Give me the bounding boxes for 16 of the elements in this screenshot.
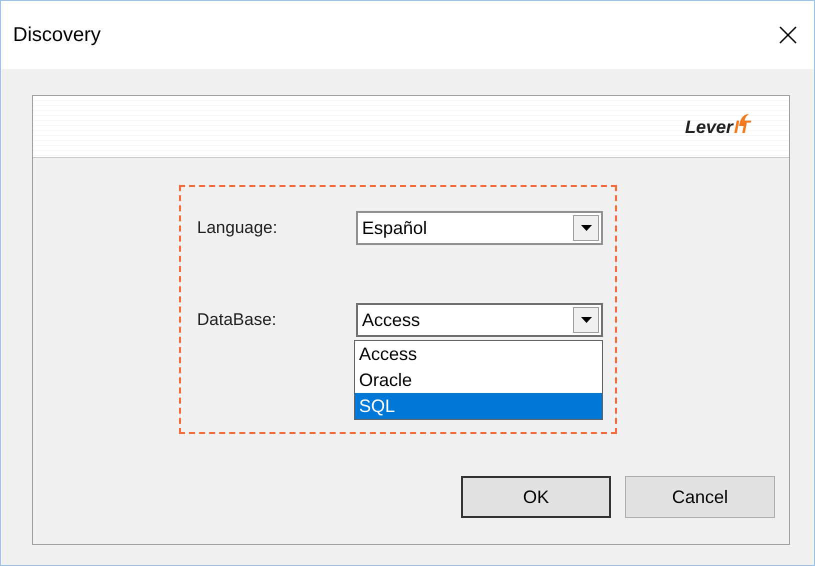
dialog-button[interactable]: OK [461,476,611,518]
caret-icon [580,225,592,231]
window-title: Discovery [13,23,101,48]
dropdown-option[interactable]: SQL [355,393,602,419]
close-icon [778,25,798,45]
dropdown-option[interactable]: Access [355,341,602,367]
dropdown[interactable]: Access [356,303,603,337]
dropdown-arrow-button[interactable] [573,307,599,333]
dropdown-option[interactable]: Oracle [355,367,602,393]
dialog-button[interactable]: Cancel [625,476,775,518]
caret-icon [580,317,592,323]
logo-text: Lever [684,118,733,136]
field-label: DataBase: [197,309,276,332]
dropdown[interactable]: Español [356,211,603,245]
field-label: Language: [197,217,278,240]
dropdown-arrow-button[interactable] [573,215,599,241]
